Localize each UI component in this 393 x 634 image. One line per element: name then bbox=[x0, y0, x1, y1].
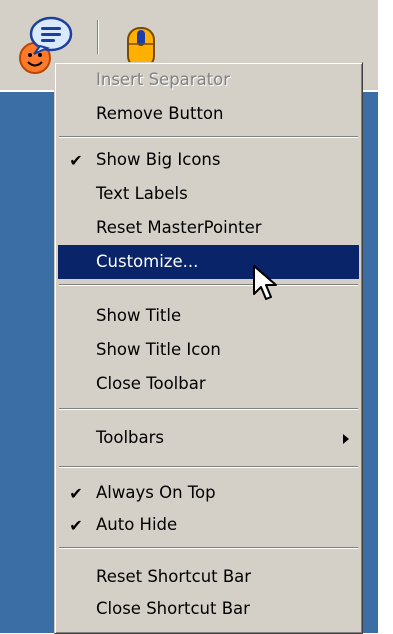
menu-item-label: Reset Shortcut Bar bbox=[96, 567, 252, 586]
menu-item-label: Close Toolbar bbox=[96, 374, 206, 393]
menu-item-show-big-icons[interactable]: ✔ Show Big Icons bbox=[58, 143, 359, 177]
menu-item-reset-masterpointer[interactable]: Reset MasterPointer bbox=[58, 211, 359, 245]
menu-item-text-labels[interactable]: Text Labels bbox=[58, 177, 359, 211]
submenu-arrow-icon bbox=[343, 434, 349, 444]
window-edge bbox=[378, 0, 393, 633]
menu-divider bbox=[59, 284, 358, 286]
menu-item-label: Text Labels bbox=[96, 184, 188, 203]
menu-item-close-shortcut-bar[interactable]: Close Shortcut Bar bbox=[58, 592, 359, 626]
menu-divider bbox=[59, 547, 358, 549]
menu-item-label: Toolbars bbox=[96, 428, 165, 447]
toolbar-separator bbox=[97, 20, 99, 54]
mouse-pointer-icon bbox=[252, 264, 282, 304]
menu-divider bbox=[59, 408, 358, 410]
menu-item-label: Insert Separator bbox=[96, 70, 231, 89]
menu-item-label: Close Shortcut Bar bbox=[96, 599, 250, 618]
checkmark-icon: ✔ bbox=[69, 484, 83, 503]
menu-item-label: Remove Button bbox=[96, 104, 224, 123]
menu-item-insert-separator[interactable]: Insert Separator bbox=[58, 63, 359, 97]
menu-item-customize[interactable]: Customize... bbox=[58, 245, 359, 279]
menu-item-toolbars[interactable]: Toolbars bbox=[58, 421, 359, 455]
menu-item-reset-shortcut-bar[interactable]: Reset Shortcut Bar bbox=[58, 560, 359, 594]
menu-divider bbox=[59, 466, 358, 468]
checkmark-icon: ✔ bbox=[69, 516, 83, 535]
menu-item-label: Reset MasterPointer bbox=[96, 218, 262, 237]
menu-item-label: Show Title bbox=[96, 306, 182, 325]
menu-item-label: Auto Hide bbox=[96, 515, 178, 534]
menu-item-label: Always On Top bbox=[96, 483, 216, 502]
menu-item-auto-hide[interactable]: ✔ Auto Hide bbox=[58, 508, 359, 542]
checkmark-icon: ✔ bbox=[69, 151, 83, 170]
menu-item-close-toolbar[interactable]: Close Toolbar bbox=[58, 367, 359, 401]
menu-divider bbox=[59, 136, 358, 138]
context-menu: Insert Separator Remove Button ✔ Show Bi… bbox=[54, 62, 363, 634]
menu-item-label: Show Title Icon bbox=[96, 340, 221, 359]
menu-item-label: Show Big Icons bbox=[96, 150, 221, 169]
menu-item-remove-button[interactable]: Remove Button bbox=[58, 97, 359, 131]
menu-item-always-on-top[interactable]: ✔ Always On Top bbox=[58, 476, 359, 510]
menu-item-show-title-icon[interactable]: Show Title Icon bbox=[58, 333, 359, 367]
menu-item-label: Customize... bbox=[96, 252, 199, 271]
menu-item-show-title[interactable]: Show Title bbox=[58, 299, 359, 333]
